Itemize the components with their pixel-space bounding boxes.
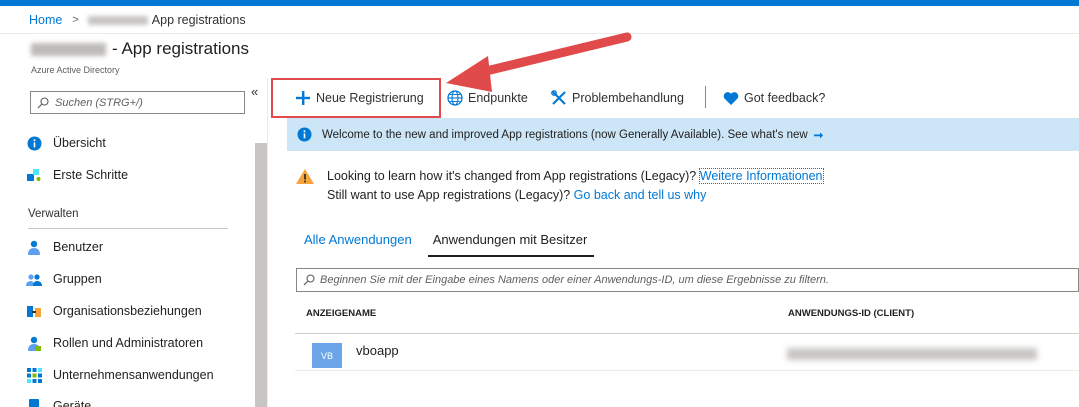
sidebar-scrollbar[interactable] [255, 143, 267, 407]
table-row[interactable]: VB vboapp [295, 333, 1079, 371]
redacted-tenant-name [87, 15, 148, 25]
page-title-text: - App registrations [112, 39, 250, 58]
sidebar-item-label: Organisationsbeziehungen [53, 304, 202, 318]
breadcrumb: Home > App registrations [29, 13, 246, 27]
devices-icon [26, 398, 42, 407]
chevron-right-icon: > [72, 14, 79, 26]
sidebar-search-input[interactable]: Suchen (STRG+/) [30, 91, 245, 114]
wrench-icon [551, 90, 567, 106]
page-subtitle: Azure Active Directory [31, 65, 120, 75]
new-registration-label: Neue Registrierung [316, 91, 424, 105]
sidebar-item-enterprise-apps[interactable]: Unternehmensanwendungen [26, 365, 214, 385]
banner-text: Welcome to the new and improved App regi… [322, 128, 808, 141]
warning-icon [296, 169, 314, 184]
command-bar: Neue Registrierung Endpunkte Problembeha… [269, 78, 1079, 118]
info-icon [26, 135, 42, 151]
notice-line-2-text: Still want to use App registrations (Leg… [327, 188, 571, 202]
column-header-client-id[interactable]: ANWENDUNGS-ID (CLIENT) [788, 308, 914, 319]
sidebar-item-groups[interactable]: Gruppen [26, 269, 102, 289]
sidebar-item-roles[interactable]: Rollen und Administratoren [26, 333, 203, 353]
filter-input[interactable]: Beginnen Sie mit der Eingabe eines Namen… [296, 268, 1079, 292]
sidebar-item-overview[interactable]: Übersicht [26, 133, 106, 153]
info-icon [297, 127, 312, 142]
enterprise-apps-icon [26, 367, 42, 383]
globe-icon [447, 90, 463, 106]
page-title: - App registrations [31, 39, 249, 59]
search-placeholder: Suchen (STRG+/) [55, 96, 143, 109]
sidebar-item-quickstart[interactable]: Erste Schritte [26, 165, 128, 185]
sidebar-item-label: Unternehmensanwendungen [53, 368, 214, 382]
search-icon [37, 96, 49, 108]
quickstart-icon [26, 167, 42, 183]
notice-line-1: Looking to learn how it's changed from A… [327, 168, 824, 184]
groups-icon [26, 271, 42, 287]
notice-line-2: Still want to use App registrations (Leg… [327, 188, 706, 202]
notice-line-1-text: Looking to learn how it's changed from A… [327, 169, 697, 183]
app-avatar: VB [312, 343, 342, 368]
tab-all-applications[interactable]: Alle Anwendungen [304, 232, 412, 257]
endpoints-label: Endpunkte [468, 91, 528, 105]
sidebar-section-manage: Verwalten [28, 208, 79, 220]
sidebar-item-users[interactable]: Benutzer [26, 237, 103, 257]
page-header: - App registrations Azure Active Directo… [0, 33, 1079, 78]
filter-placeholder: Beginnen Sie mit der Eingabe eines Namen… [320, 274, 829, 286]
go-back-link[interactable]: Go back and tell us why [574, 188, 707, 202]
sidebar-item-label: Gruppen [53, 272, 102, 286]
learn-more-link[interactable]: Weitere Informationen [698, 168, 824, 184]
roles-icon [26, 335, 42, 351]
org-relations-icon [26, 303, 42, 319]
column-header-display-name[interactable]: ANZEIGENAME [306, 308, 376, 319]
toolbar-divider [705, 86, 706, 108]
app-tabs: Alle Anwendungen Anwendungen mit Besitze… [304, 232, 595, 257]
feedback-label: Got feedback? [744, 91, 826, 105]
sidebar-item-label: Rollen und Administratoren [53, 336, 204, 350]
plus-icon [295, 90, 311, 106]
section-divider [28, 228, 228, 229]
sidebar-item-label: Übersicht [53, 136, 106, 150]
search-icon [303, 274, 315, 286]
new-registration-button[interactable]: Neue Registrierung [295, 88, 424, 108]
sidebar-item-org-relations[interactable]: Organisationsbeziehungen [26, 301, 202, 321]
info-banner[interactable]: Welcome to the new and improved App regi… [287, 118, 1079, 151]
troubleshooting-button[interactable]: Problembehandlung [551, 88, 684, 108]
tab-owned-applications[interactable]: Anwendungen mit Besitzer [427, 232, 595, 257]
sidebar-item-devices[interactable]: Geräte [26, 396, 91, 407]
redacted-client-id [787, 348, 1037, 360]
arrow-right-icon: ➞ [813, 129, 824, 142]
app-name-link[interactable]: vboapp [356, 343, 399, 358]
sidebar-item-label: Erste Schritte [53, 168, 129, 182]
portal-top-bar [0, 0, 1079, 6]
user-icon [26, 239, 42, 255]
troubleshooting-label: Problembehandlung [572, 91, 684, 105]
main-content: Neue Registrierung Endpunkte Problembeha… [269, 78, 1079, 407]
heart-icon [723, 91, 739, 106]
sidebar-item-label: Geräte [53, 399, 92, 407]
breadcrumb-home-link[interactable]: Home [29, 13, 62, 27]
breadcrumb-current: App registrations [151, 13, 246, 27]
redacted-tenant-name [31, 42, 106, 56]
feedback-button[interactable]: Got feedback? [723, 88, 825, 108]
sidebar: « Suchen (STRG+/) Übersicht Erste Schrit… [0, 78, 268, 407]
sidebar-item-label: Benutzer [53, 240, 104, 254]
collapse-sidebar-button[interactable]: « [251, 84, 258, 99]
endpoints-button[interactable]: Endpunkte [447, 88, 528, 108]
